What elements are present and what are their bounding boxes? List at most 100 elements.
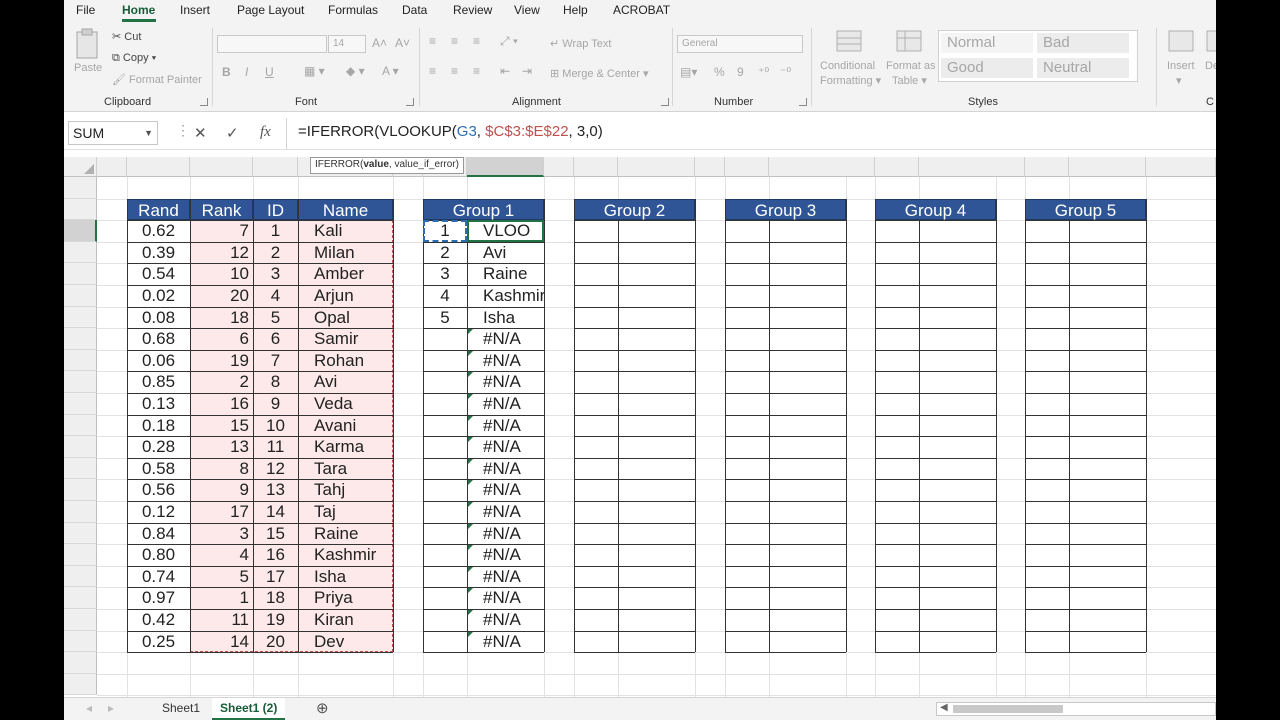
rand-cell[interactable]: 0.08 xyxy=(127,307,190,329)
align-bottom-icon[interactable]: ≡ xyxy=(473,34,480,48)
bold-button[interactable]: B xyxy=(222,65,231,79)
group1-number-cell[interactable] xyxy=(423,371,467,393)
name-cell[interactable]: Dev xyxy=(298,631,393,653)
column-header-t[interactable] xyxy=(1069,157,1146,177)
conditional-formatting-button[interactable]: Conditional Formatting ▾ xyxy=(818,30,881,92)
paste-button[interactable]: Paste xyxy=(74,28,102,88)
name-cell[interactable]: Raine xyxy=(298,523,393,545)
name-cell[interactable]: Avi xyxy=(298,371,393,393)
group1-name-cell[interactable]: Kashmir xyxy=(467,285,545,307)
rand-cell[interactable]: 0.06 xyxy=(127,350,190,372)
font-color-icon[interactable]: A ▾ xyxy=(382,64,399,78)
row-header-10[interactable] xyxy=(64,371,97,393)
group1-number-cell[interactable] xyxy=(423,458,467,480)
row-header-14[interactable] xyxy=(64,457,97,480)
column-header-m[interactable] xyxy=(725,157,769,177)
group1-number-cell[interactable] xyxy=(423,631,467,653)
rand-cell[interactable]: 0.85 xyxy=(127,371,190,393)
rank-cell[interactable]: 15 xyxy=(190,415,253,437)
shrink-font-icon[interactable]: A˅ xyxy=(395,36,410,50)
id-cell[interactable]: 2 xyxy=(253,242,298,264)
row-header-20[interactable] xyxy=(64,587,97,609)
rand-cell[interactable]: 0.56 xyxy=(127,479,190,501)
group1-name-cell[interactable]: #N/A xyxy=(467,393,544,415)
insert-function-icon[interactable]: fx xyxy=(260,124,271,141)
row-header-22[interactable] xyxy=(64,630,97,653)
rank-cell[interactable]: 1 xyxy=(190,587,253,609)
group1-name-cell[interactable]: #N/A xyxy=(467,544,544,566)
id-cell[interactable]: 13 xyxy=(253,479,298,501)
id-cell[interactable]: 7 xyxy=(253,350,298,372)
id-cell[interactable]: 9 xyxy=(253,393,298,415)
row-header-4[interactable] xyxy=(64,241,97,264)
copy-button[interactable]: ⧉ Copy ▾ xyxy=(112,52,156,65)
accounting-icon[interactable]: ▤▾ xyxy=(680,65,697,79)
row-header-3[interactable] xyxy=(64,220,97,242)
number-format-combo[interactable]: General xyxy=(677,35,803,53)
rank-cell[interactable]: 13 xyxy=(190,436,253,458)
rank-cell[interactable]: 16 xyxy=(190,393,253,415)
id-cell[interactable]: 4 xyxy=(253,285,298,307)
align-top-icon[interactable]: ≡ xyxy=(429,34,436,48)
id-cell[interactable]: 1 xyxy=(253,220,298,242)
rand-cell[interactable]: 0.13 xyxy=(127,393,190,415)
sheet-tab-sheet1[interactable]: Sheet1 xyxy=(162,701,200,715)
group1-name-cell[interactable]: #N/A xyxy=(467,523,544,545)
id-cell[interactable]: 12 xyxy=(253,458,298,480)
percent-icon[interactable]: % xyxy=(714,65,725,79)
group1-name-cell[interactable]: #N/A xyxy=(467,371,544,393)
formula-input[interactable]: =IFERROR(VLOOKUP(G3, $C$3:$E$22, 3,0) xyxy=(298,123,603,140)
align-middle-icon[interactable]: ≡ xyxy=(451,34,458,48)
row-header-19[interactable] xyxy=(64,565,97,588)
column-header-h[interactable] xyxy=(467,157,544,177)
name-cell[interactable]: Arjun xyxy=(298,285,393,307)
tab-view[interactable]: View xyxy=(514,3,540,17)
clipboard-launcher-icon[interactable] xyxy=(200,98,208,106)
select-all-corner[interactable] xyxy=(64,157,97,177)
name-cell[interactable]: Isha xyxy=(298,566,393,588)
increase-indent-icon[interactable]: ⇥ xyxy=(522,64,532,78)
rank-cell[interactable]: 17 xyxy=(190,501,253,523)
name-cell[interactable]: Milan xyxy=(298,242,393,264)
rand-cell[interactable]: 0.58 xyxy=(127,458,190,480)
borders-icon[interactable]: ▦ ▾ xyxy=(304,64,325,78)
font-name-combo[interactable] xyxy=(217,35,327,53)
orientation-icon[interactable]: ⤢ ▾ xyxy=(500,34,518,49)
group1-number-cell[interactable]: 3 xyxy=(423,263,467,285)
column-header-s[interactable] xyxy=(1025,157,1069,177)
increase-decimal-icon[interactable]: ⁺⁰ xyxy=(758,65,769,79)
group1-number-cell[interactable] xyxy=(423,393,467,415)
rank-cell[interactable]: 20 xyxy=(190,285,253,307)
column-header-p[interactable] xyxy=(875,157,919,177)
rank-cell[interactable]: 19 xyxy=(190,350,253,372)
group1-number-cell[interactable] xyxy=(423,436,467,458)
column-header-l[interactable] xyxy=(695,157,725,177)
font-size-combo[interactable]: 14 xyxy=(328,35,366,53)
name-cell[interactable]: Tara xyxy=(298,458,393,480)
id-cell[interactable]: 17 xyxy=(253,566,298,588)
number-launcher-icon[interactable] xyxy=(799,98,807,106)
group1-name-cell[interactable]: Isha xyxy=(467,307,544,329)
cut-button[interactable]: ✂ Cut xyxy=(112,30,141,43)
format-as-table-button[interactable]: Format as Table ▾ xyxy=(884,30,936,92)
tab-help[interactable]: Help xyxy=(563,3,588,17)
group1-name-cell[interactable]: #N/A xyxy=(467,609,544,631)
tab-acrobat[interactable]: ACROBAT xyxy=(613,3,670,17)
group1-number-cell[interactable] xyxy=(423,566,467,588)
row-header-17[interactable] xyxy=(64,522,97,545)
fill-color-icon[interactable]: ◆ ▾ xyxy=(346,64,365,78)
group1-number-cell[interactable] xyxy=(423,350,467,372)
row-header-7[interactable] xyxy=(64,306,97,329)
rank-cell[interactable]: 7 xyxy=(190,220,253,242)
enter-icon[interactable]: ✓ xyxy=(226,124,239,142)
group1-number-cell[interactable] xyxy=(423,587,467,609)
group1-number-cell[interactable] xyxy=(423,479,467,501)
group1-name-cell[interactable]: #N/A xyxy=(467,587,544,609)
rank-cell[interactable]: 3 xyxy=(190,523,253,545)
rank-cell[interactable]: 8 xyxy=(190,458,253,480)
name-cell[interactable]: Amber xyxy=(298,263,393,285)
row-header-2[interactable] xyxy=(64,198,97,221)
rank-cell[interactable]: 14 xyxy=(190,631,253,653)
style-good[interactable]: Good xyxy=(941,58,1033,78)
row-header-6[interactable] xyxy=(64,285,97,307)
